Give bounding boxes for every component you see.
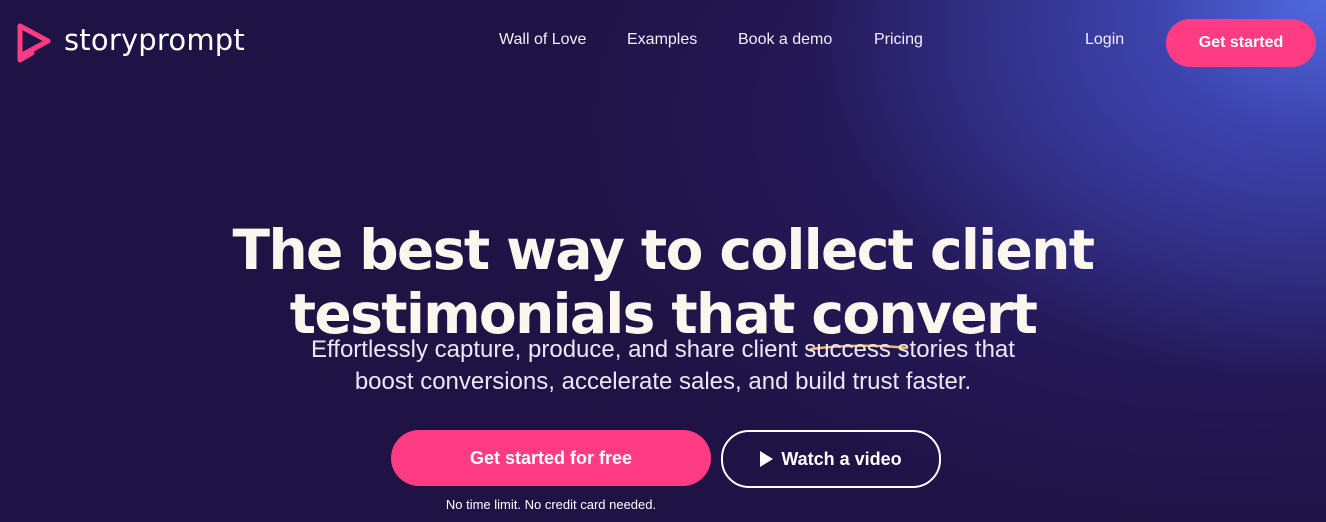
storyprompt-logo-icon bbox=[17, 23, 51, 63]
get-started-button[interactable]: Get started bbox=[1166, 19, 1316, 67]
hero-subtitle-line-1: Effortlessly capture, produce, and share… bbox=[311, 336, 1015, 363]
nav-item-examples[interactable]: Examples bbox=[627, 31, 697, 49]
brand-logo[interactable]: storyprompt bbox=[14, 20, 245, 64]
nav-item-wall-of-love[interactable]: Wall of Love bbox=[499, 31, 586, 49]
play-icon bbox=[760, 451, 774, 467]
get-started-for-free-button[interactable]: Get started for free bbox=[391, 430, 711, 486]
hero-subtitle-line-2: boost conversions, accelerate sales, and… bbox=[354, 368, 972, 395]
site-header: storyprompt Wall of Love Examples Book a… bbox=[0, 0, 1326, 86]
no-credit-card-note: No time limit. No credit card needed. bbox=[445, 497, 657, 512]
hero-title-line-1: The best way to collect client bbox=[232, 217, 1096, 282]
hero-subtitle: Effortlessly capture, produce, and share… bbox=[0, 334, 1326, 398]
brand-name: storyprompt bbox=[64, 22, 245, 57]
hero-title: The best way to collect client testimoni… bbox=[0, 217, 1326, 351]
watch-video-label: Watch a video bbox=[781, 448, 902, 469]
watch-video-button[interactable]: Watch a video bbox=[721, 430, 941, 488]
login-link[interactable]: Login bbox=[1085, 31, 1124, 49]
nav-item-pricing[interactable]: Pricing bbox=[874, 31, 923, 49]
nav-item-book-a-demo[interactable]: Book a demo bbox=[738, 31, 832, 49]
